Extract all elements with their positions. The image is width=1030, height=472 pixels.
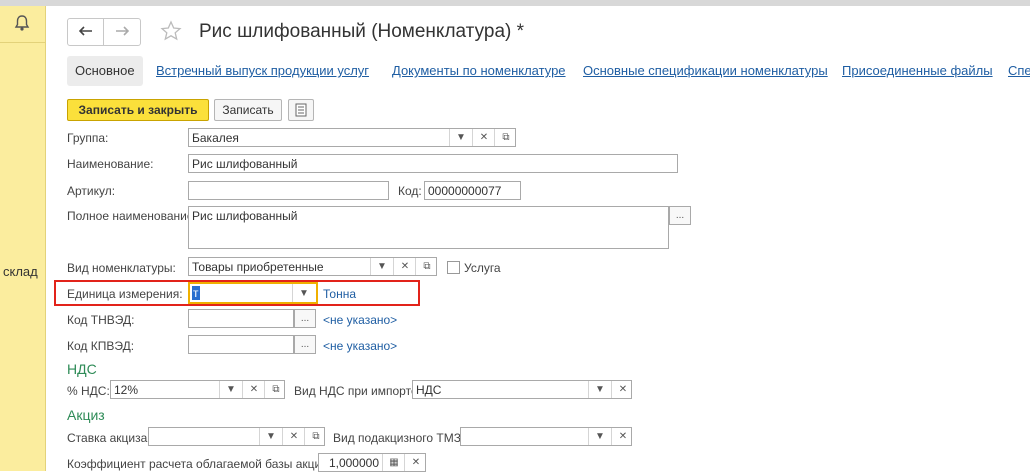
close-icon[interactable]: ✕ <box>611 428 634 445</box>
notifications-button[interactable] <box>0 6 45 43</box>
close-icon[interactable]: ✕ <box>472 129 495 146</box>
open-form-icon[interactable]: ⧉ <box>304 428 327 445</box>
forward-button[interactable] <box>104 19 139 45</box>
vat-import-field[interactable]: НДС ▼ ✕ <box>412 380 632 399</box>
vat-import-label: Вид НДС при импорте: <box>294 384 421 398</box>
tab-counter-release[interactable]: Встречный выпуск продукции услуг <box>156 56 369 86</box>
full-name-textarea[interactable]: Рис шлифованный <box>188 206 669 249</box>
excise-rate-field[interactable]: ▼ ✕ ⧉ <box>148 427 325 446</box>
kind-value: Товары приобретенные <box>192 260 324 274</box>
kind-label: Вид номенклатуры: <box>67 261 176 275</box>
excise-type-field[interactable]: ▼ ✕ <box>460 427 632 446</box>
chevron-down-icon[interactable]: ▼ <box>259 428 282 445</box>
name-value: Рис шлифованный <box>192 157 298 171</box>
excise-section-title: Акциз <box>67 407 105 423</box>
bell-icon <box>14 14 30 35</box>
more-actions-button[interactable] <box>288 99 314 121</box>
save-button[interactable]: Записать <box>214 99 282 121</box>
ellipsis-icon: ... <box>300 313 310 324</box>
excise-rate-label: Ставка акциза: <box>67 431 151 445</box>
code-label: Код: <box>398 184 422 198</box>
article-field[interactable] <box>188 181 389 200</box>
vat-rate-field[interactable]: 12% ▼ ✕ ⧉ <box>110 380 285 399</box>
chevron-down-icon[interactable]: ▼ <box>449 129 472 146</box>
article-label: Артикул: <box>67 184 116 198</box>
ellipsis-icon: ... <box>300 339 310 350</box>
close-icon[interactable]: ✕ <box>393 258 416 275</box>
close-icon[interactable]: ✕ <box>282 428 305 445</box>
document-list-icon <box>295 103 307 123</box>
tab-main[interactable]: Основное <box>67 56 143 86</box>
excise-type-label: Вид подакцизного ТМЗ: <box>333 431 465 445</box>
full-name-select-button[interactable]: ... <box>669 206 691 225</box>
code-value: 00000000077 <box>428 184 502 198</box>
unit-field[interactable]: т ▼ <box>188 282 318 304</box>
close-icon[interactable]: ✕ <box>242 381 265 398</box>
kpved-label: Код КПВЭД: <box>67 339 135 353</box>
code-field[interactable]: 00000000077 <box>424 181 521 200</box>
name-field[interactable]: Рис шлифованный <box>188 154 678 173</box>
chevron-down-icon[interactable]: ▼ <box>588 381 611 398</box>
full-name-value: Рис шлифованный <box>192 209 298 223</box>
close-icon[interactable]: ✕ <box>611 381 634 398</box>
unit-label: Единица измерения: <box>67 287 183 301</box>
group-field[interactable]: Бакалея ▼ ✕ ⧉ <box>188 128 516 147</box>
close-icon[interactable]: ✕ <box>404 454 427 471</box>
tab-specifications[interactable]: Основные спецификации номенклатуры <box>583 56 828 86</box>
open-form-icon[interactable]: ⧉ <box>494 129 517 146</box>
unit-value: т <box>192 286 200 300</box>
open-form-icon[interactable]: ⧉ <box>415 258 438 275</box>
chevron-down-icon[interactable]: ▼ <box>588 428 611 445</box>
arrow-right-icon <box>115 25 129 39</box>
chevron-down-icon[interactable]: ▼ <box>292 284 315 302</box>
star-icon[interactable] <box>160 20 182 45</box>
arrow-left-icon <box>78 25 93 39</box>
left-sidebar <box>0 6 46 471</box>
back-button[interactable] <box>68 19 104 45</box>
excise-coef-value: 1,000000 <box>328 456 379 470</box>
full-name-label: Полное наименование: <box>67 209 197 223</box>
sidebar-section-label[interactable]: склад <box>3 264 38 279</box>
vat-section-title: НДС <box>67 361 97 377</box>
navigation-buttons <box>67 18 141 46</box>
calculator-icon[interactable]: ▦ <box>382 454 405 471</box>
tnved-field[interactable] <box>188 309 294 328</box>
kpved-select-button[interactable]: ... <box>294 335 316 354</box>
vat-import-value: НДС <box>416 383 442 397</box>
group-label: Группа: <box>67 131 109 145</box>
unit-hint[interactable]: Тонна <box>323 287 356 301</box>
ellipsis-icon: ... <box>675 210 685 221</box>
tnved-select-button[interactable]: ... <box>294 309 316 328</box>
group-value: Бакалея <box>192 131 239 145</box>
chevron-down-icon[interactable]: ▼ <box>370 258 393 275</box>
tnved-hint[interactable]: <не указано> <box>323 313 397 327</box>
chevron-down-icon[interactable]: ▼ <box>219 381 242 398</box>
tab-attached-files[interactable]: Присоединенные файлы <box>842 56 993 86</box>
page-title: Рис шлифованный (Номенклатура) * <box>199 21 525 42</box>
vat-rate-value: 12% <box>114 383 139 397</box>
tab-more[interactable]: Спе <box>1008 56 1030 86</box>
excise-coef-label: Коэффициент расчета облагаемой базы акци… <box>67 457 337 471</box>
open-form-icon[interactable]: ⧉ <box>264 381 287 398</box>
excise-coef-field[interactable]: 1,000000 ▦ ✕ <box>318 453 426 472</box>
kpved-field[interactable] <box>188 335 294 354</box>
vat-rate-label: % НДС: <box>67 384 110 398</box>
save-and-close-button[interactable]: Записать и закрыть <box>67 99 209 121</box>
tnved-label: Код ТНВЭД: <box>67 313 135 327</box>
kpved-hint[interactable]: <не указано> <box>323 339 397 353</box>
kind-field[interactable]: Товары приобретенные ▼ ✕ ⧉ <box>188 257 437 276</box>
service-checkbox[interactable] <box>447 261 460 274</box>
tab-documents[interactable]: Документы по номенклатуре <box>392 56 566 86</box>
name-label: Наименование: <box>67 157 154 171</box>
service-label: Услуга <box>464 261 501 275</box>
